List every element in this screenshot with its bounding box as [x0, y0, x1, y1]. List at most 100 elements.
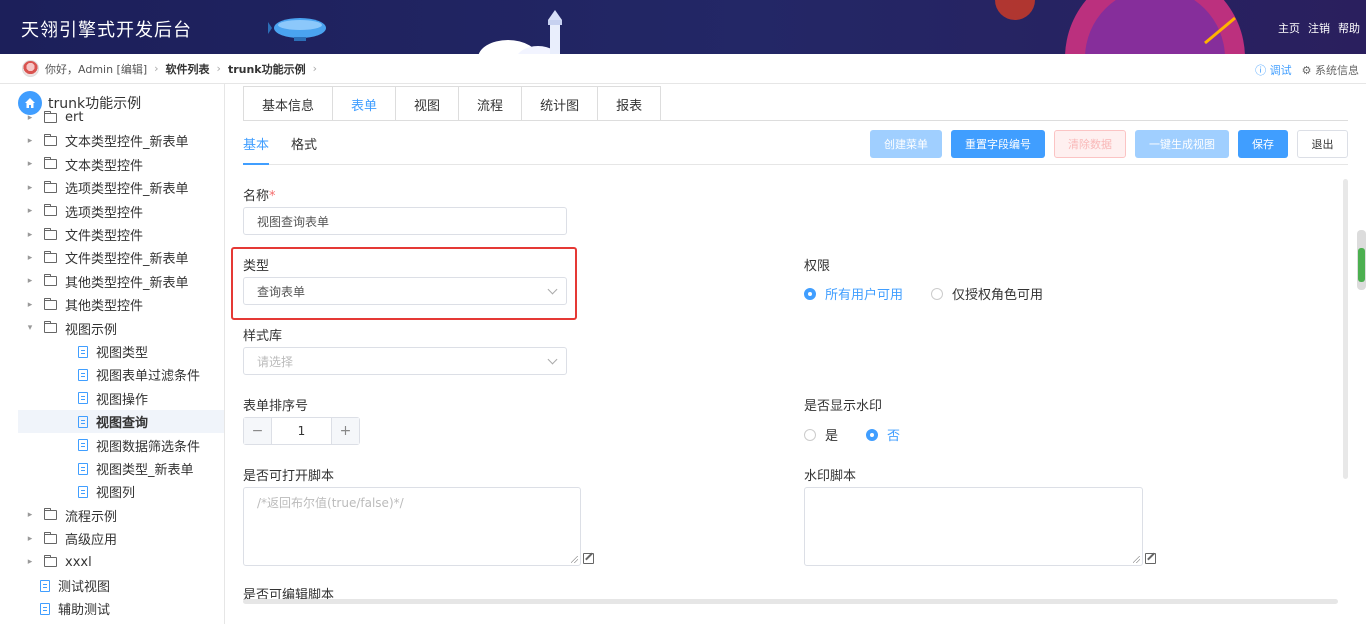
- planet-decoration: [995, 0, 1245, 54]
- sidebar-item[interactable]: ▸ 文件类型控件: [18, 223, 224, 246]
- page-scrollbar-thumb[interactable]: [1358, 248, 1365, 282]
- caret-right-icon[interactable]: ▸: [24, 206, 36, 216]
- radio-watermark-no[interactable]: [866, 428, 879, 441]
- sidebar-item[interactable]: ▸ 文件类型控件_新表单: [18, 246, 224, 269]
- tab-view[interactable]: 视图: [396, 87, 460, 121]
- sort-number-value[interactable]: 1: [272, 418, 331, 444]
- subtab-format[interactable]: 格式: [291, 134, 317, 163]
- plus-icon[interactable]: +: [331, 418, 359, 444]
- help-link[interactable]: 帮助: [1338, 20, 1360, 36]
- tab-form[interactable]: 表单: [333, 87, 397, 121]
- edit-icon[interactable]: [583, 553, 594, 564]
- create-menu-button[interactable]: 创建菜单: [870, 130, 942, 158]
- caret-right-icon[interactable]: ▸: [24, 510, 36, 520]
- caret-right-icon[interactable]: ▸: [24, 159, 36, 169]
- sidebar-item-label: 文本类型控件_新表单: [65, 135, 189, 151]
- caret-right-icon[interactable]: ▸: [24, 230, 36, 240]
- page-scrollbar[interactable]: [1357, 230, 1366, 290]
- sidebar-item[interactable]: 视图数据筛选条件: [18, 434, 224, 457]
- watermark-script-textarea[interactable]: [804, 487, 1143, 566]
- sort-number-stepper: − 1 +: [243, 417, 360, 445]
- breadcrumb-software-list[interactable]: 软件列表: [166, 61, 210, 77]
- sidebar-item[interactable]: 视图查询: [18, 410, 224, 434]
- sidebar-item-label: 文件类型控件_新表单: [65, 252, 189, 268]
- logout-link[interactable]: 注销: [1308, 20, 1330, 36]
- sidebar-item-label: 其他类型控件_新表单: [65, 275, 189, 291]
- sidebar-item[interactable]: ▸ 文本类型控件: [18, 153, 224, 176]
- radio-all-users-label[interactable]: 所有用户可用: [825, 284, 903, 303]
- sidebar-item[interactable]: ▸ 高级应用: [18, 527, 224, 550]
- edit-icon[interactable]: [1145, 553, 1156, 564]
- sidebar-item[interactable]: ▸ xxxl: [18, 551, 224, 574]
- vertical-scrollbar[interactable]: [1343, 179, 1348, 479]
- sidebar-item[interactable]: 测试视图: [18, 574, 224, 597]
- sidebar-item[interactable]: ▸ ert: [18, 106, 224, 129]
- breadcrumb-current-app[interactable]: trunk功能示例: [228, 61, 306, 77]
- caret-right-icon[interactable]: ▸: [24, 276, 36, 286]
- caret-right-icon[interactable]: ▸: [24, 300, 36, 310]
- caret-down-icon[interactable]: ▾: [24, 323, 36, 333]
- tab-basic-info[interactable]: 基本信息: [244, 87, 334, 121]
- reset-field-number-button[interactable]: 重置字段编号: [951, 130, 1045, 158]
- sidebar-item-label: 流程示例: [65, 509, 118, 525]
- sidebar-item-label: 选项类型控件_新表单: [65, 182, 189, 198]
- greeting[interactable]: 你好，Admin [编辑]: [45, 61, 147, 77]
- caret-right-icon[interactable]: ▸: [24, 557, 36, 567]
- resize-handle-icon[interactable]: [1133, 556, 1140, 563]
- radio-watermark-yes-label[interactable]: 是: [825, 425, 838, 444]
- type-select[interactable]: 查询表单: [243, 277, 567, 305]
- sidebar-item-label: 视图类型: [96, 346, 149, 361]
- radio-watermark-yes[interactable]: [804, 428, 816, 441]
- home-link[interactable]: 主页: [1278, 20, 1300, 36]
- style-library-placeholder: 请选择: [257, 354, 294, 369]
- sidebar-item-label: 文本类型控件: [65, 158, 144, 174]
- radio-watermark-no-label[interactable]: 否: [887, 425, 900, 444]
- sidebar-item[interactable]: 视图表单过滤条件: [18, 363, 224, 386]
- radio-authorized-roles[interactable]: [931, 287, 944, 300]
- sidebar-item[interactable]: ▸ 其他类型控件_新表单: [18, 270, 224, 293]
- tab-flow[interactable]: 流程: [459, 87, 523, 121]
- sidebar-item[interactable]: 视图类型: [18, 340, 224, 363]
- tab-chart[interactable]: 统计图: [522, 87, 599, 121]
- sidebar-item[interactable]: ▸ 选项类型控件_新表单: [18, 176, 224, 199]
- caret-right-icon[interactable]: ▸: [24, 253, 36, 263]
- caret-right-icon[interactable]: ▸: [24, 113, 36, 123]
- document-icon: [40, 602, 50, 615]
- sidebar-item[interactable]: 视图列: [18, 480, 224, 503]
- generate-view-button[interactable]: 一键生成视图: [1135, 130, 1229, 158]
- resize-handle-icon[interactable]: [571, 556, 578, 563]
- sidebar-item[interactable]: 视图操作: [18, 387, 224, 410]
- horizontal-scrollbar[interactable]: [243, 599, 1338, 604]
- sub-tabs: 基本 格式: [243, 134, 317, 163]
- sidebar-item[interactable]: ▸ 流程示例: [18, 504, 224, 527]
- sidebar-item-label: 文件类型控件: [65, 229, 144, 244]
- system-info-link[interactable]: ⚙ 系统信息: [1302, 62, 1359, 78]
- clear-data-button[interactable]: 清除数据: [1054, 130, 1126, 158]
- sidebar-item[interactable]: ▸ 文本类型控件_新表单: [18, 129, 224, 152]
- exit-button[interactable]: 退出: [1297, 130, 1348, 158]
- sidebar-item[interactable]: 辅助测试: [18, 597, 224, 620]
- minus-icon[interactable]: −: [244, 418, 272, 444]
- tab-report[interactable]: 报表: [598, 87, 661, 121]
- style-library-select[interactable]: 请选择: [243, 347, 567, 375]
- sidebar-item[interactable]: ▸ 选项类型控件: [18, 200, 224, 223]
- permission-label: 权限: [804, 259, 831, 274]
- radio-all-users[interactable]: [804, 287, 816, 300]
- sidebar-item[interactable]: 视图类型_新表单: [18, 457, 224, 480]
- subtab-basic[interactable]: 基本: [243, 134, 269, 163]
- airship-decoration: [268, 18, 326, 41]
- document-icon: [78, 368, 88, 381]
- open-script-textarea[interactable]: /*返回布尔值(true/false)*/: [243, 487, 581, 566]
- save-button[interactable]: 保存: [1238, 130, 1288, 158]
- avatar[interactable]: [22, 60, 39, 77]
- name-input[interactable]: 视图查询表单: [243, 207, 567, 235]
- caret-right-icon[interactable]: ▸: [24, 534, 36, 544]
- debug-link[interactable]: ⓘ 调试: [1255, 62, 1292, 78]
- sidebar-item[interactable]: ▾ 视图示例: [18, 317, 224, 340]
- main-panel: 基本信息 表单 视图 流程 统计图 报表 基本 格式 创建菜单 重置字段编号 清…: [225, 84, 1366, 624]
- radio-authorized-roles-label[interactable]: 仅授权角色可用: [952, 284, 1043, 303]
- sidebar-item-label: 辅助测试: [58, 603, 111, 619]
- sidebar-item[interactable]: ▸ 其他类型控件: [18, 293, 224, 316]
- caret-right-icon[interactable]: ▸: [24, 183, 36, 193]
- caret-right-icon[interactable]: ▸: [24, 136, 36, 146]
